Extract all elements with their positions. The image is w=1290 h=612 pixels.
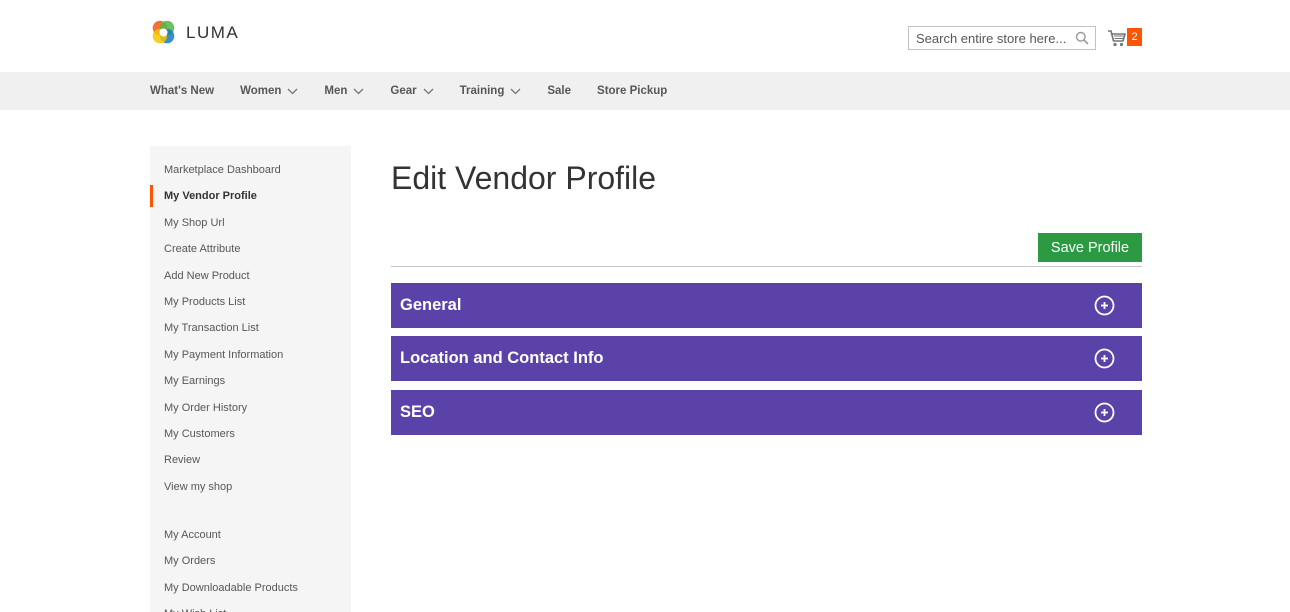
chevron-down-icon [353, 88, 364, 95]
sidebar-item-review[interactable]: Review [150, 447, 351, 473]
shopping-cart-icon[interactable] [1107, 28, 1127, 48]
logo-text: LUMA [186, 22, 240, 42]
search-box[interactable] [908, 26, 1096, 50]
account-sidebar: Marketplace Dashboard My Vendor Profile My… [150, 146, 351, 612]
sidebar-item-create-attribute[interactable]: Create Attribute [150, 236, 351, 262]
title-divider [391, 266, 1142, 267]
sidebar-item-my-earnings[interactable]: My Earnings [150, 368, 351, 394]
section-general[interactable]: General [391, 283, 1142, 328]
chevron-down-icon [287, 88, 298, 95]
sidebar-item-add-new-product[interactable]: Add New Product [150, 263, 351, 289]
expand-plus-icon[interactable] [1094, 295, 1115, 316]
nav-list: What's New Women Men Gear Training Sale Store … [150, 72, 693, 110]
main-navigation: What's New Women Men Gear Training Sale Store … [0, 72, 1290, 110]
sidebar-item-my-products-list[interactable]: My Products List [150, 289, 351, 315]
sidebar-item-my-payment-information[interactable]: My Payment Information [150, 342, 351, 368]
expand-plus-icon[interactable] [1094, 348, 1115, 369]
nav-item-training[interactable]: Training [460, 85, 522, 97]
sidebar-item-my-order-history[interactable]: My Order History [150, 395, 351, 421]
expand-plus-icon[interactable] [1094, 402, 1115, 423]
sidebar-item-my-vendor-profile[interactable]: My Vendor Profile [150, 183, 351, 209]
nav-item-label: Women [240, 85, 282, 97]
sidebar-item-my-shop-url[interactable]: My Shop Url [150, 210, 351, 236]
store-logo[interactable]: LUMA [150, 19, 239, 46]
sidebar-item-my-account[interactable]: My Account [150, 522, 351, 548]
sidebar-item-my-transaction-list[interactable]: My Transaction List [150, 315, 351, 341]
nav-item-label: Store Pickup [597, 85, 668, 97]
cart-count-badge[interactable]: 2 [1127, 28, 1142, 46]
nav-item-women[interactable]: Women [240, 85, 298, 97]
sidebar-item-view-my-shop[interactable]: View my shop [150, 474, 351, 500]
section-seo[interactable]: SEO [391, 390, 1142, 435]
section-title: General [400, 296, 462, 314]
section-title: SEO [400, 403, 435, 421]
nav-item-gear[interactable]: Gear [390, 85, 434, 97]
nav-item-label: Sale [547, 85, 572, 97]
nav-item-what-s-new[interactable]: What's New [150, 85, 214, 97]
sidebar-item-my-customers[interactable]: My Customers [150, 421, 351, 447]
nav-item-label: Gear [390, 85, 417, 97]
search-input[interactable] [909, 27, 1069, 49]
nav-item-label: Men [324, 85, 348, 97]
search-icon[interactable] [1075, 31, 1089, 45]
page-title: Edit Vendor Profile [391, 160, 657, 196]
luma-logo-icon [152, 20, 175, 44]
sidebar-item-my-wish-list[interactable]: My Wish List [150, 601, 351, 612]
chevron-down-icon [510, 88, 521, 95]
site-header: LUMA 2 [0, 0, 1290, 72]
nav-item-store-pickup[interactable]: Store Pickup [597, 85, 667, 97]
sidebar-separator [150, 500, 351, 522]
save-profile-button[interactable]: Save Profile [1038, 233, 1142, 262]
nav-item-sale[interactable]: Sale [547, 85, 571, 97]
nav-item-label: Training [459, 85, 505, 97]
nav-item-men[interactable]: Men [324, 85, 364, 97]
section-location-contact[interactable]: Location and Contact Info [391, 336, 1142, 381]
sidebar-item-my-downloadable-products[interactable]: My Downloadable Products [150, 575, 351, 601]
chevron-down-icon [423, 88, 434, 95]
nav-item-label: What's New [150, 85, 215, 97]
sidebar-item-marketplace-dashboard[interactable]: Marketplace Dashboard [150, 157, 351, 183]
section-title: Location and Contact Info [400, 349, 604, 367]
sidebar-item-my-orders[interactable]: My Orders [150, 548, 351, 574]
